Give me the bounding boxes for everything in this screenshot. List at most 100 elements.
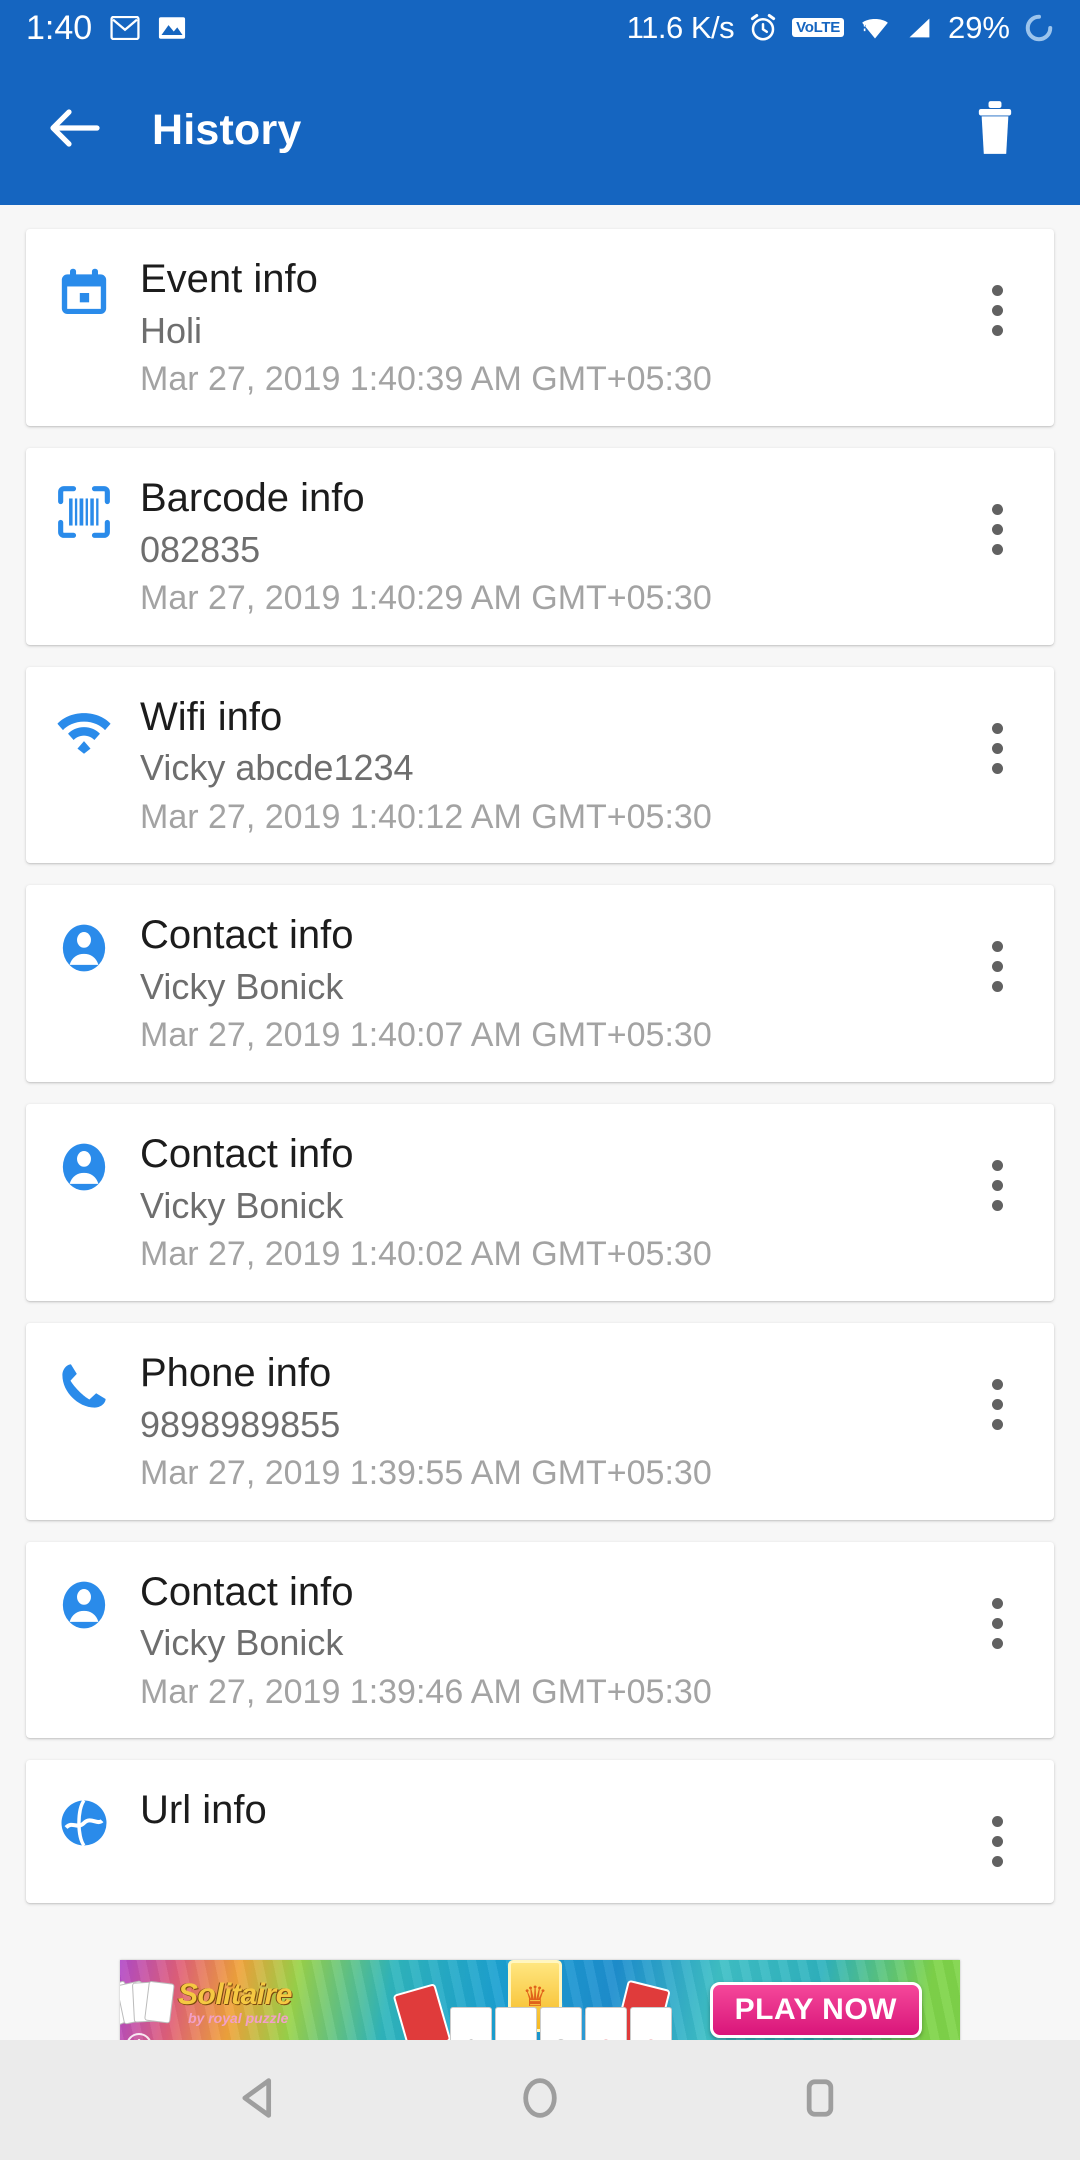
list-item[interactable]: Contact info Vicky Bonick Mar 27, 2019 1… bbox=[26, 1104, 1054, 1301]
app-bar: History bbox=[0, 55, 1080, 205]
back-button[interactable] bbox=[40, 95, 110, 165]
nav-recents-button[interactable] bbox=[765, 2045, 875, 2155]
more-vert-icon[interactable] bbox=[962, 1351, 1032, 1430]
phone-screen: 1:40 11.6 K/s VoLTE 29% History Event in… bbox=[0, 0, 1080, 2160]
dot bbox=[991, 1378, 1003, 1390]
list-item-timestamp: Mar 27, 2019 1:40:29 AM GMT+05:30 bbox=[140, 578, 712, 617]
dot bbox=[991, 762, 1003, 774]
network-speed-text: 11.6 K/s bbox=[626, 10, 735, 45]
list-item[interactable]: Event info Holi Mar 27, 2019 1:40:39 AM … bbox=[26, 229, 1054, 426]
nav-home-button[interactable] bbox=[485, 2045, 595, 2155]
status-bar: 1:40 11.6 K/s VoLTE 29% bbox=[0, 0, 1080, 55]
list-item-subtitle: Holi bbox=[140, 309, 203, 351]
list-item[interactable]: Contact info Vicky Bonick Mar 27, 2019 1… bbox=[26, 1541, 1054, 1739]
status-clock: 1:40 bbox=[26, 8, 93, 47]
status-bar-left: 1:40 bbox=[26, 11, 186, 45]
list-item[interactable]: Contact info Vicky Bonick Mar 27, 2019 1… bbox=[26, 885, 1054, 1083]
list-item-timestamp: Mar 27, 2019 1:40:07 AM GMT+05:30 bbox=[140, 1016, 712, 1055]
person-icon bbox=[48, 913, 120, 975]
nav-back-button[interactable] bbox=[205, 2045, 315, 2155]
dot bbox=[991, 1617, 1003, 1629]
more-vert-icon[interactable] bbox=[962, 1570, 1032, 1649]
dot bbox=[991, 961, 1003, 973]
ad-play-now-button[interactable]: PLAY NOW bbox=[709, 1982, 922, 2038]
dot bbox=[991, 1398, 1003, 1410]
more-vert-icon[interactable] bbox=[962, 913, 1032, 993]
more-vert-icon[interactable] bbox=[962, 1788, 1032, 1868]
volte-icon: VoLTE bbox=[792, 18, 844, 37]
ad-card-fan bbox=[120, 1980, 175, 2027]
calendar-icon bbox=[48, 257, 120, 321]
barcode-icon bbox=[48, 476, 120, 540]
more-vert-icon[interactable] bbox=[962, 476, 1032, 555]
list-item-title: Event info bbox=[140, 257, 318, 301]
trash-icon bbox=[970, 100, 1020, 161]
list-item-content: Contact info Vicky Bonick Mar 27, 2019 1… bbox=[120, 1570, 962, 1713]
dot bbox=[991, 543, 1003, 555]
dot bbox=[991, 305, 1003, 316]
list-item-subtitle: Vicky Bonick bbox=[140, 1184, 344, 1226]
list-item[interactable]: Wifi info Vicky abcde1234 Mar 27, 2019 1… bbox=[26, 666, 1054, 864]
dot bbox=[991, 742, 1003, 754]
signal-icon bbox=[906, 14, 934, 42]
person-icon bbox=[48, 1570, 120, 1632]
list-item-title: Contact info bbox=[140, 1569, 354, 1614]
list-item[interactable]: Url info bbox=[26, 1760, 1054, 1904]
list-item-subtitle: Vicky Bonick bbox=[140, 966, 344, 1008]
list-item-content: Contact info Vicky Bonick Mar 27, 2019 1… bbox=[120, 1132, 962, 1275]
history-list[interactable]: Event info Holi Mar 27, 2019 1:40:39 AM … bbox=[0, 205, 1080, 2040]
system-navigation-bar bbox=[0, 2040, 1080, 2160]
url-icon bbox=[48, 1788, 120, 1850]
person-icon bbox=[48, 1132, 120, 1194]
list-item-content: Url info bbox=[120, 1788, 962, 1840]
list-item-title: Wifi info bbox=[140, 694, 283, 739]
dot bbox=[991, 722, 1003, 734]
list-item-subtitle: Vicky Bonick bbox=[140, 1622, 344, 1664]
list-item-content: Event info Holi Mar 27, 2019 1:40:39 AM … bbox=[120, 257, 962, 400]
phone-icon bbox=[48, 1351, 120, 1413]
list-item-subtitle: Vicky abcde1234 bbox=[140, 747, 414, 789]
playing-card bbox=[144, 1980, 175, 2024]
dot bbox=[991, 325, 1003, 336]
list-item-content: Barcode info 082835 Mar 27, 2019 1:40:29… bbox=[120, 476, 962, 619]
battery-percent-text: 29% bbox=[947, 10, 1010, 45]
list-item-timestamp: Mar 27, 2019 1:40:02 AM GMT+05:30 bbox=[140, 1235, 712, 1274]
list-item-timestamp: Mar 27, 2019 1:39:46 AM GMT+05:30 bbox=[140, 1672, 712, 1711]
list-item-timestamp: Mar 27, 2019 1:40:39 AM GMT+05:30 bbox=[140, 359, 712, 398]
dot bbox=[991, 523, 1003, 535]
delete-history-button[interactable] bbox=[960, 95, 1030, 165]
dot bbox=[991, 1200, 1003, 1212]
list-item-subtitle: 9898989855 bbox=[140, 1403, 341, 1445]
more-vert-icon[interactable] bbox=[962, 695, 1032, 774]
wifi-icon bbox=[48, 695, 120, 761]
list-item-content: Wifi info Vicky abcde1234 Mar 27, 2019 1… bbox=[120, 695, 962, 838]
recents-square-icon bbox=[794, 2072, 846, 2129]
dot bbox=[991, 503, 1003, 515]
dot bbox=[991, 1816, 1003, 1828]
battery-charging-icon bbox=[1024, 13, 1054, 43]
dot bbox=[991, 285, 1003, 296]
more-vert-icon[interactable] bbox=[962, 1132, 1032, 1212]
alarm-icon bbox=[748, 13, 778, 43]
arrow-back-icon bbox=[47, 104, 103, 157]
list-item-title: Contact info bbox=[140, 1132, 354, 1177]
list-item-subtitle: 082835 bbox=[140, 528, 261, 570]
list-item-content: Contact info Vicky Bonick Mar 27, 2019 1… bbox=[120, 913, 962, 1056]
list-item-title: Contact info bbox=[140, 913, 354, 958]
list-item-title: Url info bbox=[140, 1788, 267, 1833]
dot bbox=[991, 1180, 1003, 1192]
dot bbox=[991, 1160, 1003, 1172]
list-item[interactable]: Phone info 9898989855 Mar 27, 2019 1:39:… bbox=[26, 1322, 1054, 1520]
dot bbox=[991, 1836, 1003, 1848]
wifi-icon bbox=[858, 14, 892, 42]
list-item-title: Phone info bbox=[140, 1350, 332, 1395]
list-item-title: Barcode info bbox=[140, 475, 365, 520]
dot bbox=[991, 1418, 1003, 1430]
ad-brand-title: Solitaire bbox=[178, 1978, 292, 2011]
list-item-content: Phone info 9898989855 Mar 27, 2019 1:39:… bbox=[120, 1351, 962, 1494]
photos-icon bbox=[158, 16, 186, 40]
list-item[interactable]: Barcode info 082835 Mar 27, 2019 1:40:29… bbox=[26, 447, 1054, 645]
list-item-timestamp: Mar 27, 2019 1:40:12 AM GMT+05:30 bbox=[140, 797, 712, 836]
more-vert-icon[interactable] bbox=[962, 257, 1032, 336]
back-triangle-icon bbox=[234, 2072, 286, 2129]
